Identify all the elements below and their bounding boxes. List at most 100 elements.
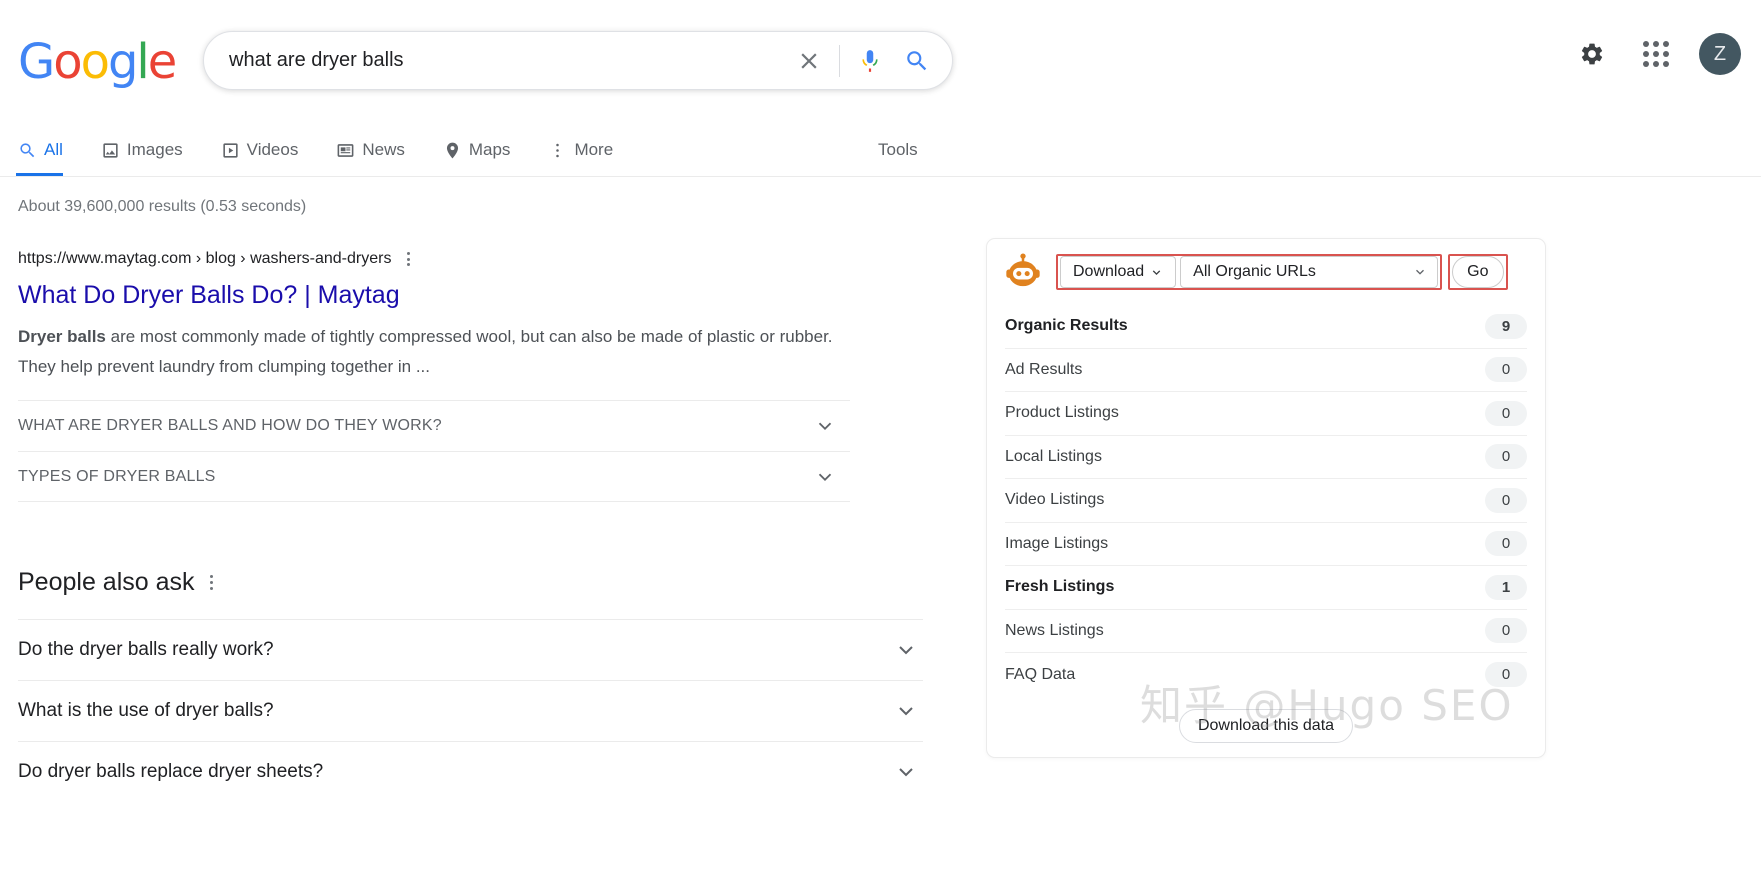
- search-icon[interactable]: [892, 39, 942, 83]
- download-label: Download: [1073, 263, 1144, 281]
- metric-label: Image Listings: [1005, 535, 1108, 553]
- paa-question: Do the dryer balls really work?: [18, 639, 274, 661]
- metric-row-news-listings[interactable]: News Listings 0: [1005, 610, 1527, 654]
- gear-icon[interactable]: [1571, 33, 1613, 75]
- result-options-icon[interactable]: [401, 246, 416, 272]
- metric-label: Ad Results: [1005, 361, 1082, 379]
- download-controls-group: Download All Organic URLs: [1056, 254, 1442, 290]
- map-pin-icon: [443, 141, 462, 160]
- tab-videos[interactable]: Videos: [221, 124, 317, 176]
- apps-grid-icon[interactable]: [1635, 33, 1677, 75]
- tab-videos-label: Videos: [247, 140, 299, 160]
- tools-button[interactable]: Tools: [878, 124, 918, 176]
- seo-extension-panel: Download All Organic URLs Go Organic Res…: [986, 238, 1546, 758]
- metric-label: Product Listings: [1005, 404, 1119, 422]
- people-also-ask-item[interactable]: Do the dryer balls really work?: [18, 619, 923, 680]
- chevron-down-icon: [814, 415, 836, 437]
- metric-count: 0: [1485, 618, 1527, 643]
- go-button-wrapper: Go: [1448, 254, 1507, 290]
- result-snippet: Dryer balls are most commonly made of ti…: [18, 322, 850, 382]
- panel-toolbar: Download All Organic URLs Go: [987, 239, 1545, 305]
- nav-tab-list: All Images Videos News Maps: [0, 124, 651, 176]
- tab-all-label: All: [44, 140, 63, 160]
- paa-question: What is the use of dryer balls?: [18, 700, 274, 722]
- sitelink-accordion-item[interactable]: TYPES OF DRYER BALLS: [18, 451, 850, 502]
- metric-row-ad-results[interactable]: Ad Results 0: [1005, 349, 1527, 393]
- tab-more[interactable]: More: [548, 124, 631, 176]
- metric-row-faq-data[interactable]: FAQ Data 0: [1005, 653, 1527, 697]
- metric-label: Video Listings: [1005, 491, 1104, 509]
- metric-row-local-listings[interactable]: Local Listings 0: [1005, 436, 1527, 480]
- chevron-down-icon: [814, 466, 836, 488]
- metric-count: 0: [1485, 531, 1527, 556]
- metric-label: FAQ Data: [1005, 666, 1075, 684]
- people-also-ask-item[interactable]: Do dryer balls replace dryer sheets?: [18, 741, 923, 802]
- metric-row-fresh-listings[interactable]: Fresh Listings 1: [1005, 566, 1527, 610]
- robot-icon: [1003, 252, 1043, 292]
- metric-label: Fresh Listings: [1005, 578, 1114, 596]
- tab-maps-label: Maps: [469, 140, 511, 160]
- close-icon[interactable]: [787, 39, 831, 83]
- sitelink-label: TYPES OF DRYER BALLS: [18, 468, 216, 486]
- tab-images-label: Images: [127, 140, 183, 160]
- metric-row-product-listings[interactable]: Product Listings 0: [1005, 392, 1527, 436]
- page-header: Google Z: [0, 0, 1761, 118]
- panel-metrics-list: Organic Results 9 Ad Results 0 Product L…: [987, 305, 1545, 697]
- people-also-ask-item[interactable]: What is the use of dryer balls?: [18, 680, 923, 741]
- download-this-data-button[interactable]: Download this data: [1179, 709, 1353, 743]
- main-results-column: https://www.maytag.com › blog › washers-…: [18, 246, 878, 802]
- tab-news-label: News: [362, 140, 405, 160]
- result-breadcrumb: https://www.maytag.com › blog › washers-…: [18, 248, 391, 270]
- chevron-down-icon: [894, 760, 918, 784]
- more-vertical-icon: [548, 141, 567, 160]
- people-also-ask-title: People also ask: [18, 568, 195, 597]
- microphone-icon[interactable]: [848, 39, 892, 83]
- avatar[interactable]: Z: [1699, 33, 1741, 75]
- result-stats: About 39,600,000 results (0.53 seconds): [18, 198, 306, 216]
- metric-row-video-listings[interactable]: Video Listings 0: [1005, 479, 1527, 523]
- header-actions: Z: [1571, 33, 1741, 75]
- metric-count: 0: [1485, 488, 1527, 513]
- metric-count: 1: [1485, 575, 1527, 600]
- search-input[interactable]: [204, 49, 787, 72]
- search-icon: [18, 141, 37, 160]
- metric-count: 0: [1485, 444, 1527, 469]
- tab-all[interactable]: All: [18, 124, 81, 176]
- google-logo[interactable]: Google: [18, 36, 175, 88]
- metric-label: News Listings: [1005, 622, 1104, 640]
- search-divider: [839, 45, 840, 77]
- search-nav-tabs: All Images Videos News Maps: [0, 124, 1761, 177]
- chevron-down-icon: [1150, 266, 1163, 279]
- result-title-link[interactable]: What Do Dryer Balls Do? | Maytag: [18, 278, 878, 312]
- sitelink-label: WHAT ARE DRYER BALLS AND HOW DO THEY WOR…: [18, 417, 442, 435]
- tab-news[interactable]: News: [336, 124, 423, 176]
- metric-row-organic-results[interactable]: Organic Results 9: [1005, 305, 1527, 349]
- tab-more-label: More: [574, 140, 613, 160]
- metric-row-image-listings[interactable]: Image Listings 0: [1005, 523, 1527, 567]
- people-also-ask-list: Do the dryer balls really work? What is …: [18, 619, 923, 802]
- chevron-down-icon: [1413, 265, 1427, 279]
- search-bar[interactable]: [203, 31, 953, 90]
- people-also-ask-header: People also ask: [18, 568, 923, 597]
- video-icon: [221, 141, 240, 160]
- go-button[interactable]: Go: [1452, 256, 1503, 288]
- metric-count: 0: [1485, 357, 1527, 382]
- chevron-down-icon: [894, 699, 918, 723]
- news-icon: [336, 141, 355, 160]
- url-scope-value: All Organic URLs: [1193, 263, 1316, 281]
- sitelink-accordion-item[interactable]: WHAT ARE DRYER BALLS AND HOW DO THEY WOR…: [18, 400, 850, 451]
- tab-images[interactable]: Images: [101, 124, 201, 176]
- url-scope-select[interactable]: All Organic URLs: [1180, 256, 1438, 288]
- image-icon: [101, 141, 120, 160]
- metric-count: 9: [1485, 314, 1527, 339]
- result-url-row: https://www.maytag.com › blog › washers-…: [18, 246, 878, 272]
- metric-count: 0: [1485, 401, 1527, 426]
- metric-label: Organic Results: [1005, 317, 1128, 335]
- download-dropdown-button[interactable]: Download: [1060, 256, 1176, 288]
- people-also-ask-options-icon[interactable]: [205, 570, 218, 595]
- tab-maps[interactable]: Maps: [443, 124, 529, 176]
- snippet-bold-term: Dryer balls: [18, 327, 106, 346]
- panel-footer: Download this data: [987, 697, 1545, 743]
- metric-count: 0: [1485, 662, 1527, 687]
- sitelinks-accordion: WHAT ARE DRYER BALLS AND HOW DO THEY WOR…: [18, 400, 850, 502]
